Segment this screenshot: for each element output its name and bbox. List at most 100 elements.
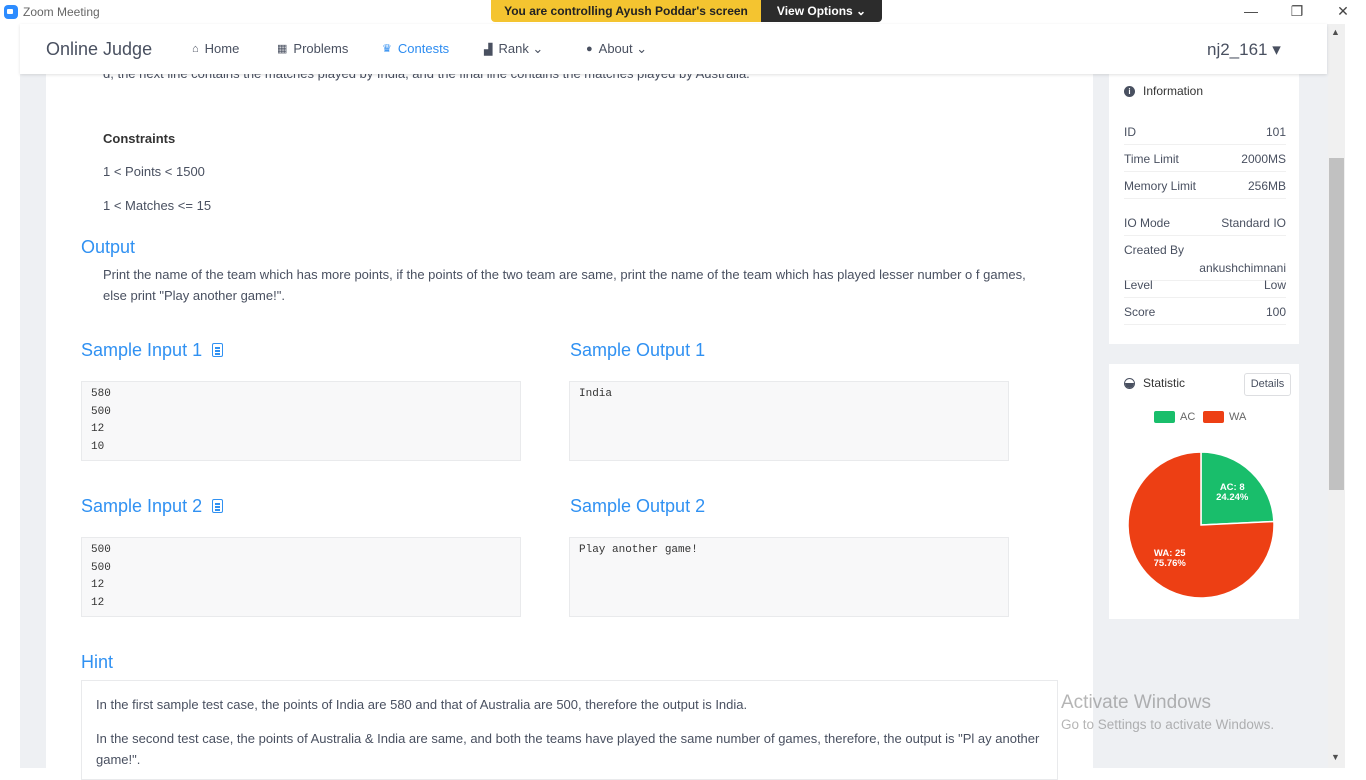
top-navbar: Online Judge ⌂ Home ▦ Problems ♛ Contest… (20, 24, 1327, 74)
nav-item-rank[interactable]: ▟ Rank ⌄ (484, 41, 543, 57)
nav-item-label: Rank ⌄ (498, 41, 544, 56)
code-line: 500 (91, 561, 111, 574)
home-icon: ⌂ (192, 42, 199, 55)
legend-wa[interactable]: WA (1203, 411, 1246, 423)
info-value: 256MB (1247, 179, 1286, 193)
hint-box: In the first sample test case, the point… (81, 680, 1058, 780)
info-row-id: ID 101 (1124, 125, 1286, 145)
sample-output-2-box[interactable]: Play another game! (569, 537, 1009, 617)
sample-output-2-title: Sample Output 2 (570, 496, 706, 516)
minimize-button[interactable]: — (1228, 0, 1274, 24)
submission-pie-chart: AC: 824.24%WA: 2575.76% (1127, 451, 1275, 599)
pie-chart-icon (1124, 377, 1135, 389)
info-value: 2000MS (1241, 152, 1286, 166)
info-value: 101 (1265, 125, 1286, 139)
code-line: 12 (91, 579, 105, 591)
page-scrollbar[interactable]: ▲ ▼ (1328, 24, 1345, 768)
constraints-title: Constraints (103, 131, 176, 146)
view-options-button[interactable]: View Options ⌄ (761, 0, 882, 22)
statistic-title: Statistic (1143, 376, 1186, 390)
info-row-score: Score 100 (1124, 305, 1286, 325)
nav-item-home[interactable]: ⌂ Home (192, 41, 239, 56)
legend-label: AC (1180, 411, 1196, 423)
code-line: 12 (91, 423, 105, 435)
maximize-button[interactable]: ❐ (1274, 0, 1320, 24)
information-header: i Information (1124, 84, 1203, 98)
info-label: Score (1124, 305, 1156, 319)
information-card: i Information ID 101 Time Limit 2000MS M… (1109, 74, 1299, 344)
remote-control-banner: You are controlling Ayush Poddar's scree… (491, 0, 882, 22)
nav-item-label: Home (204, 41, 240, 56)
watermark-line-1: Activate Windows (1061, 692, 1211, 713)
trophy-icon: ♛ (382, 43, 392, 55)
details-button[interactable]: Details (1244, 373, 1291, 396)
remote-control-text: You are controlling Ayush Poddar's scree… (491, 0, 761, 22)
code-line: 10 (91, 440, 105, 453)
sample-output-1-title: Sample Output 1 (570, 340, 706, 360)
legend-ac[interactable]: AC (1154, 411, 1195, 423)
info-row-memory-limit: Memory Limit 256MB (1124, 179, 1286, 199)
pie-label-ac: 24.24% (1216, 492, 1249, 503)
statistic-header: Statistic (1124, 376, 1185, 390)
statistic-card: Statistic Details AC WA AC: 8 24.24% WA: 2… (1109, 364, 1299, 619)
info-label: ID (1124, 125, 1136, 139)
code-line: 500 (91, 405, 111, 418)
sample-input-1-title: Sample Input 1 (81, 340, 224, 361)
code-line: 580 (91, 388, 111, 400)
legend-swatch (1154, 411, 1175, 423)
info-label: Time Limit (1124, 152, 1179, 166)
code-line: Play another game! (579, 544, 698, 556)
bar-chart-icon: ▟ (484, 43, 493, 56)
user-menu[interactable]: nj2_161 ▾ (1207, 40, 1281, 60)
copy-icon[interactable] (212, 499, 224, 513)
nav-item-problems[interactable]: ▦ Problems (277, 41, 348, 56)
info-label: Level (1124, 278, 1153, 292)
constraint-points: 1 < Points < 1500 (103, 164, 205, 179)
hint-line-1: In the first sample test case, the point… (96, 697, 748, 712)
info-icon: ● (586, 43, 593, 55)
sample-input-2-title: Sample Input 2 (81, 496, 224, 517)
close-button[interactable]: ✕ (1320, 0, 1366, 24)
info-value: 100 (1265, 305, 1286, 319)
info-label: Created By (1124, 243, 1185, 257)
nav-item-label: Problems (293, 41, 349, 56)
output-title: Output (81, 237, 136, 257)
nav-item-about[interactable]: ● About ⌄ (586, 41, 647, 57)
sample-input-1-label: Sample Input 1 (81, 340, 203, 360)
info-row-io-mode: IO Mode Standard IO (1124, 216, 1286, 236)
code-line: 12 (91, 596, 105, 609)
nav-item-label: Contests (397, 41, 450, 56)
info-value: Low (1263, 278, 1286, 292)
right-margin (1345, 24, 1366, 768)
info-row-level: Level Low (1124, 278, 1286, 298)
scroll-thumb[interactable] (1329, 158, 1344, 490)
copy-icon[interactable] (212, 343, 224, 357)
code-line: 500 (91, 544, 111, 556)
hint-line-2: In the second test case, the points of A… (96, 731, 1040, 767)
window-controls: — ❐ ✕ (1228, 0, 1366, 24)
info-row-time-limit: Time Limit 2000MS (1124, 152, 1286, 172)
scroll-up-icon[interactable]: ▲ (1331, 27, 1340, 37)
info-value[interactable]: ankushchimnani (1199, 261, 1286, 275)
output-description: Print the name of the team which has mor… (103, 267, 1026, 303)
constraint-matches: 1 < Matches <= 15 (103, 198, 212, 213)
nav-item-contests[interactable]: ♛ Contests (382, 41, 449, 56)
grid-icon: ▦ (277, 43, 288, 55)
watermark-line-2: Go to Settings to activate Windows. (1061, 717, 1275, 732)
sample-input-2-label: Sample Input 2 (81, 496, 203, 516)
legend-swatch (1203, 411, 1224, 423)
nav-item-label: About ⌄ (598, 41, 648, 56)
zoom-window-title: Zoom Meeting (23, 5, 100, 19)
problem-card: d, the next line contains the matches pl… (46, 66, 1093, 780)
info-row-created-by: Created By ankushchimnani (1124, 243, 1286, 281)
zoom-logo-icon (4, 5, 18, 19)
info-value: Standard IO (1221, 216, 1286, 230)
sample-input-1-box[interactable]: 580 500 12 10 (81, 381, 521, 461)
brand-title[interactable]: Online Judge (46, 39, 152, 60)
legend-label: WA (1229, 411, 1247, 423)
information-title: Information (1143, 84, 1204, 98)
activate-windows-watermark: Activate Windows Go to Settings to activ… (1061, 692, 1274, 732)
sample-input-2-box[interactable]: 500 500 12 12 (81, 537, 521, 617)
sample-output-1-box[interactable]: India (569, 381, 1009, 461)
scroll-down-icon[interactable]: ▼ (1331, 752, 1340, 762)
